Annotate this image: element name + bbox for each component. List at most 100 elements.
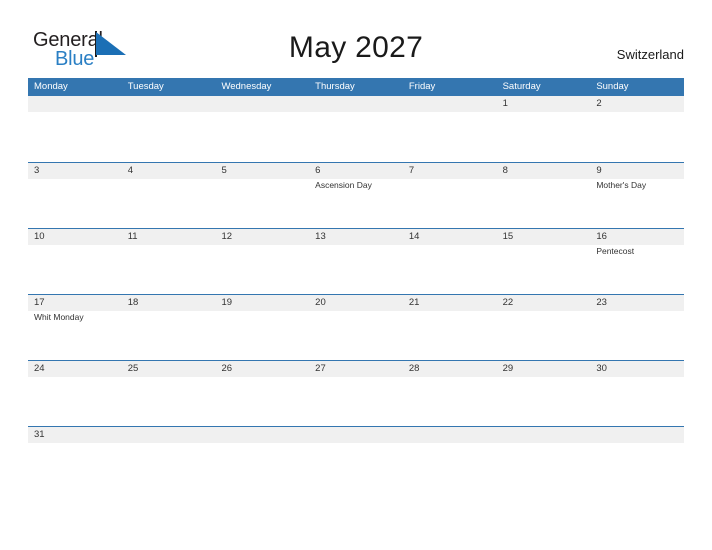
day-cell-20[interactable]: 20 (309, 295, 403, 360)
day-number: 16 (596, 231, 607, 242)
day-cell-empty (403, 427, 497, 454)
calendar-week-row: 10 11 12 13 14 15 16 Pentecost (28, 228, 684, 294)
day-number: 26 (221, 363, 233, 374)
weekday-header-tuesday: Tuesday (127, 81, 164, 92)
weekday-header-wednesday: Wednesday (221, 81, 272, 92)
day-cell-9[interactable]: 9 Mother's Day (590, 163, 684, 228)
day-cell-1[interactable]: 1 (497, 96, 591, 162)
day-number: 25 (127, 363, 139, 374)
day-cell-29[interactable]: 29 (497, 361, 591, 426)
day-cell-15[interactable]: 15 (497, 229, 591, 294)
day-number: 13 (315, 231, 326, 242)
day-events: Ascension Day (315, 179, 403, 191)
day-cell-31[interactable]: 31 (28, 427, 122, 454)
day-cell-13[interactable]: 13 (309, 229, 403, 294)
day-cell-6[interactable]: 6 Ascension Day (309, 163, 403, 228)
day-cell-30[interactable]: 30 (590, 361, 684, 426)
day-cell-10[interactable]: 10 (28, 229, 122, 294)
calendar-weeks: 1 2 3 4 5 6 Ascension Day 7 8 9 Mother's Day 10 11 12… (28, 96, 684, 455)
day-number (409, 97, 497, 112)
weekday-header-monday: Monday (34, 81, 68, 92)
day-cell-empty (215, 427, 309, 454)
day-number: 8 (502, 165, 508, 176)
day-cell-empty (122, 427, 216, 454)
day-cell-8[interactable]: 8 (497, 163, 591, 228)
day-cell-22[interactable]: 22 (497, 295, 591, 360)
day-number: 22 (502, 297, 514, 308)
page-title: May 2027 (288, 31, 424, 64)
day-cell-empty (309, 96, 403, 162)
calendar-bottom-rule (28, 454, 684, 455)
day-number (128, 97, 216, 112)
day-number: 12 (221, 231, 233, 242)
day-number: 17 (34, 297, 45, 308)
day-cell-5[interactable]: 5 (215, 163, 309, 228)
day-number: 15 (502, 231, 514, 242)
day-number (315, 428, 403, 443)
event-label: Ascension Day (315, 180, 372, 190)
day-cell-14[interactable]: 14 (403, 229, 497, 294)
day-cell-2[interactable]: 2 (590, 96, 684, 162)
day-cell-27[interactable]: 27 (309, 361, 403, 426)
weekday-header-row: Monday Tuesday Wednesday Thursday Friday Satu… (28, 78, 684, 96)
day-number: 19 (221, 297, 233, 308)
day-cell-empty (403, 96, 497, 162)
day-number: 27 (315, 363, 326, 374)
day-cell-21[interactable]: 21 (403, 295, 497, 360)
day-number: 7 (408, 165, 415, 176)
page-header: General Blue May 2027 Switzerland (0, 0, 712, 76)
day-cell-empty (590, 427, 684, 454)
day-number: 10 (34, 231, 45, 242)
day-cell-17[interactable]: 17 Whit Monday (28, 295, 122, 360)
day-events: Mother's Day (596, 179, 684, 191)
calendar-week-row: 3 4 5 6 Ascension Day 7 8 9 Mother's Day (28, 162, 684, 228)
day-number: 4 (127, 165, 134, 176)
day-number: 31 (34, 429, 45, 440)
calendar-week-row: 12 (28, 96, 684, 162)
day-cell-18[interactable]: 18 (122, 295, 216, 360)
weekday-header-sunday: Sunday (596, 81, 629, 92)
event-label: Mother's Day (596, 180, 647, 190)
calendar-week-row: 24 25 26 27 28 29 30 (28, 360, 684, 426)
day-cell-16[interactable]: 16 Pentecost (590, 229, 684, 294)
day-number (221, 428, 309, 443)
day-cell-empty (122, 96, 216, 162)
day-cell-4[interactable]: 4 (122, 163, 216, 228)
day-number: 3 (34, 165, 40, 176)
day-number (34, 97, 122, 112)
day-number: 9 (596, 165, 602, 176)
day-cell-empty (309, 427, 403, 454)
day-cell-7[interactable]: 7 (403, 163, 497, 228)
day-number (409, 428, 497, 443)
weekday-header-thursday: Thursday (315, 81, 355, 92)
day-number: 23 (596, 297, 607, 308)
day-cell-23[interactable]: 23 (590, 295, 684, 360)
day-cell-12[interactable]: 12 (215, 229, 309, 294)
day-cell-28[interactable]: 28 (403, 361, 497, 426)
day-number: 6 (315, 165, 321, 176)
day-number (596, 428, 684, 443)
weekday-header-friday: Friday (408, 81, 436, 92)
day-number: 5 (221, 165, 227, 176)
day-number (315, 97, 403, 112)
day-cell-25[interactable]: 25 (122, 361, 216, 426)
day-cell-empty (497, 427, 591, 454)
day-cell-3[interactable]: 3 (28, 163, 122, 228)
day-number: 11 (127, 231, 138, 242)
day-cell-26[interactable]: 26 (215, 361, 309, 426)
day-cell-19[interactable]: 19 (215, 295, 309, 360)
day-cell-24[interactable]: 24 (28, 361, 122, 426)
day-number: 21 (408, 297, 420, 308)
event-label: Whit Monday (34, 312, 84, 322)
day-number: 14 (408, 231, 420, 242)
day-number (128, 428, 216, 443)
day-number (503, 428, 591, 443)
calendar-week-row: 17 Whit Monday 18 19 20 21 22 23 (28, 294, 684, 360)
day-number: 30 (596, 363, 607, 374)
calendar-grid: Monday Tuesday Wednesday Thursday Friday Satu… (28, 78, 684, 455)
location-label: Switzerland (616, 47, 684, 62)
day-cell-11[interactable]: 11 (122, 229, 216, 294)
day-number: 18 (127, 297, 139, 308)
event-label: Pentecost (596, 246, 635, 256)
day-number (221, 97, 309, 112)
